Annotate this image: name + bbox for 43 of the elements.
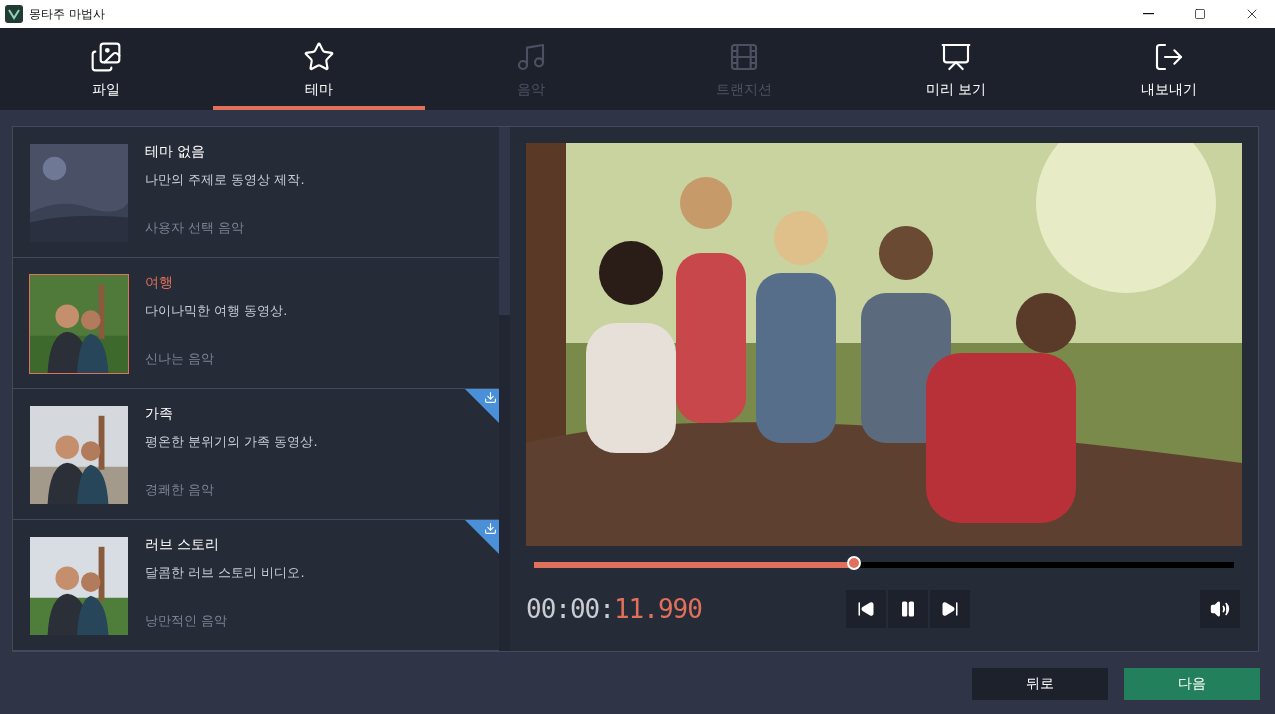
next-step-button[interactable]: 다음	[1124, 668, 1260, 700]
theme-name: 러브 스토리	[145, 536, 221, 554]
pause-icon	[899, 600, 917, 618]
previous-button[interactable]	[846, 590, 886, 628]
window-title: 몽타주 마법사	[29, 5, 106, 23]
theme-description: 평온한 분위기의 가족 동영상.	[145, 433, 318, 451]
nav-tab[interactable]: 테마	[212, 28, 425, 110]
theme-description: 달콤한 러브 스토리 비디오.	[145, 564, 305, 582]
download-icon	[484, 391, 497, 404]
star-icon	[302, 41, 335, 73]
presentation-icon	[940, 41, 973, 73]
theme-name: 가족	[145, 405, 174, 423]
maximize-icon	[1194, 8, 1206, 20]
theme-item[interactable]: 여행 다이나믹한 여행 동영상. 신나는 음악	[13, 258, 499, 389]
theme-item[interactable]: 가족 평온한 분위기의 가족 동영상. 경쾌한 음악	[13, 389, 499, 520]
theme-item[interactable]: 러브 스토리 달콤한 러브 스토리 비디오. 낭만적인 음악	[13, 520, 499, 651]
theme-description: 다이나믹한 여행 동영상.	[145, 302, 288, 320]
seek-handle[interactable]	[846, 556, 861, 570]
theme-music: 사용자 선택 음악	[145, 219, 246, 237]
pause-button[interactable]	[888, 590, 928, 628]
back-button[interactable]: 뒤로	[972, 668, 1108, 700]
speaker-icon	[1210, 599, 1230, 619]
next-button[interactable]	[930, 590, 970, 628]
skip-forward-icon	[941, 600, 959, 618]
app-logo-icon	[5, 5, 23, 23]
time-fraction: 11.990	[613, 594, 702, 624]
scrollbar[interactable]	[499, 127, 510, 651]
nav-tab[interactable]: 내보내기	[1062, 28, 1275, 110]
theme-item[interactable]: 테마 없음 나만의 주제로 동영상 제작. 사용자 선택 음악	[13, 127, 499, 258]
theme-music: 경쾌한 음악	[145, 481, 216, 499]
theme-name: 테마 없음	[145, 143, 207, 161]
download-icon	[484, 522, 497, 535]
theme-music: 낭만적인 음악	[145, 612, 229, 630]
theme-name: 여행	[145, 274, 174, 292]
volume-button[interactable]	[1200, 590, 1240, 628]
nav-tab[interactable]: 미리 보기	[850, 28, 1063, 110]
time-elapsed: 00:00:	[526, 594, 614, 624]
skip-back-icon	[857, 600, 875, 618]
images-icon	[90, 41, 123, 73]
nav-tab[interactable]: 파일	[0, 28, 213, 110]
theme-description: 나만의 주제로 동영상 제작.	[145, 171, 305, 189]
minimize-icon	[1142, 13, 1154, 15]
theme-music: 신나는 음악	[145, 350, 216, 368]
